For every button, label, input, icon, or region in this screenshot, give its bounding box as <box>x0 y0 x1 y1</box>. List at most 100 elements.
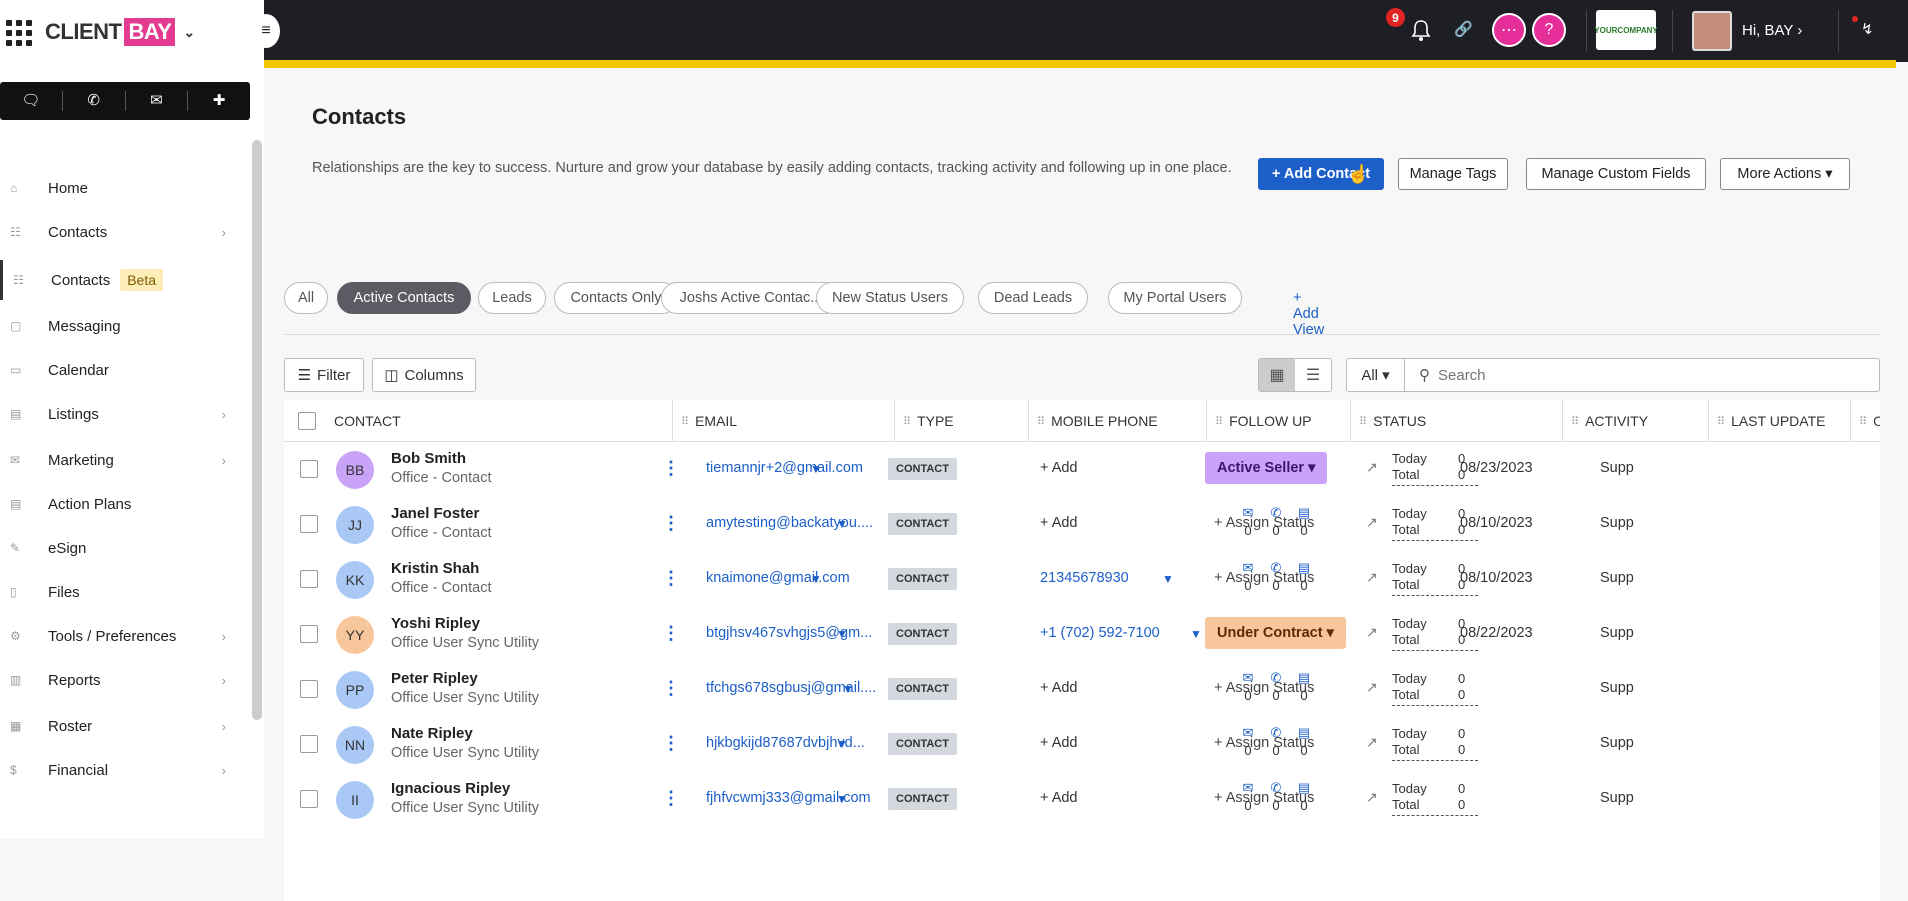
drag-handle-icon[interactable]: ⠿ <box>903 415 911 428</box>
column-header-last-update[interactable]: ⠿ LAST UPDATE <box>1708 400 1825 442</box>
select-all-checkbox[interactable] <box>298 412 316 430</box>
column-header-type[interactable]: ⠿ TYPE <box>894 400 954 442</box>
assign-status-button[interactable]: + Assign Status <box>1214 515 1314 531</box>
grid-view-icon[interactable]: ▦ <box>1259 359 1295 391</box>
contact-name[interactable]: Yoshi Ripley <box>391 615 480 632</box>
help-icon[interactable]: ? <box>1532 13 1566 47</box>
status-badge[interactable]: Active Seller ▾ <box>1205 452 1328 484</box>
avatar[interactable]: KK <box>336 561 374 599</box>
tab-view-5[interactable]: New Status Users <box>816 282 964 314</box>
contact-name[interactable]: Bob Smith <box>391 450 466 467</box>
mobile-phone[interactable]: + Add <box>1040 460 1078 476</box>
mobile-phone[interactable]: +1 (702) 592-7100 <box>1040 625 1160 641</box>
mobile-phone[interactable]: 21345678930 <box>1040 570 1129 586</box>
chat-bubble-icon[interactable]: ⋯ <box>1492 13 1526 47</box>
contact-name[interactable]: Nate Ripley <box>391 725 473 742</box>
tab-view-1[interactable]: Active Contacts <box>337 282 471 314</box>
row-checkbox[interactable] <box>300 625 318 643</box>
column-header-contact[interactable]: CONTACT <box>326 400 401 442</box>
sidebar-item-roster[interactable]: ▦ Roster › <box>0 706 240 746</box>
avatar[interactable]: II <box>336 781 374 819</box>
manage-custom-fields-button[interactable]: Manage Custom Fields <box>1526 158 1706 190</box>
avatar[interactable]: JJ <box>336 506 374 544</box>
more-actions-button[interactable]: More Actions ▾ <box>1720 158 1850 190</box>
user-menu[interactable]: Hi, BAY › <box>1742 22 1802 39</box>
add-user-icon[interactable]: ✚ <box>188 91 250 111</box>
phone-icon[interactable]: ✆ <box>63 91 126 111</box>
row-checkbox[interactable] <box>300 570 318 588</box>
chevron-down-icon[interactable]: ▼ <box>842 682 854 696</box>
row-checkbox[interactable] <box>300 515 318 533</box>
chevron-down-icon[interactable]: ▼ <box>1162 572 1174 586</box>
email-link[interactable]: knaimone@gmail.com <box>706 570 850 586</box>
chevron-down-icon[interactable]: ▼ <box>810 462 822 476</box>
column-header-mobile-phone[interactable]: ⠿ MOBILE PHONE <box>1028 400 1158 442</box>
tab-view-2[interactable]: Leads <box>478 282 546 314</box>
tab-view-4[interactable]: Joshs Active Contac... <box>661 282 841 314</box>
contact-name[interactable]: Kristin Shah <box>391 560 479 577</box>
column-header-status[interactable]: ⠿ STATUS <box>1350 400 1426 442</box>
brand-logo[interactable]: CLIENT BAY ⌄ <box>45 18 195 46</box>
more-options-icon[interactable]: ⋮ <box>662 458 680 479</box>
mobile-phone[interactable]: + Add <box>1040 680 1078 696</box>
drag-handle-icon[interactable]: ⠿ <box>1571 415 1579 428</box>
sidebar-item-tools-preferences[interactable]: ⚙ Tools / Preferences › <box>0 616 240 656</box>
sidebar-item-contacts[interactable]: ☷ Contacts › <box>0 212 240 252</box>
columns-button[interactable]: ◫ Columns <box>372 358 476 392</box>
drag-handle-icon[interactable]: ⠿ <box>1859 415 1867 428</box>
chat-icon[interactable]: 🗨 <box>0 91 63 111</box>
assign-status-button[interactable]: + Assign Status <box>1214 735 1314 751</box>
search-scope-select[interactable]: All ▾ <box>1347 359 1405 391</box>
column-header-ow[interactable]: ⠿ OW <box>1850 400 1880 442</box>
tab-view-6[interactable]: Dead Leads <box>978 282 1088 314</box>
filter-button[interactable]: ☰ Filter <box>284 358 364 392</box>
collapse-sidebar-icon[interactable]: ≡ <box>252 14 280 48</box>
column-header-follow-up[interactable]: ⠿ FOLLOW UP <box>1206 400 1312 442</box>
assign-status-button[interactable]: + Assign Status <box>1214 570 1314 586</box>
manage-tags-button[interactable]: Manage Tags <box>1398 158 1508 190</box>
more-options-icon[interactable]: ⋮ <box>662 568 680 589</box>
more-options-icon[interactable]: ⋮ <box>662 678 680 699</box>
more-options-icon[interactable]: ⋮ <box>662 788 680 809</box>
sidebar-item-reports[interactable]: ▥ Reports › <box>0 660 240 700</box>
chevron-down-icon[interactable]: ▼ <box>836 792 848 806</box>
more-options-icon[interactable]: ⋮ <box>662 733 680 754</box>
more-options-icon[interactable]: ⋮ <box>662 513 680 534</box>
list-view-icon[interactable]: ☰ <box>1295 359 1331 391</box>
sidebar-item-action-plans[interactable]: ▤ Action Plans <box>0 484 240 524</box>
avatar[interactable]: BB <box>336 451 374 489</box>
sidebar-item-financial[interactable]: $ Financial › <box>0 750 240 790</box>
contact-name[interactable]: Peter Ripley <box>391 670 478 687</box>
contact-name[interactable]: Janel Foster <box>391 505 479 522</box>
chevron-down-icon[interactable]: ▼ <box>1190 627 1202 641</box>
row-checkbox[interactable] <box>300 790 318 808</box>
more-options-icon[interactable]: ⋮ <box>662 623 680 644</box>
status-badge[interactable]: Under Contract ▾ <box>1205 617 1346 649</box>
sidebar-item-files[interactable]: ▯ Files <box>0 572 240 612</box>
chevron-down-icon[interactable]: ▼ <box>810 572 822 586</box>
sidebar-item-listings[interactable]: ▤ Listings › <box>0 394 240 434</box>
avatar[interactable]: PP <box>336 671 374 709</box>
sidebar-item-marketing[interactable]: ✉ Marketing › <box>0 440 240 480</box>
contact-name[interactable]: Ignacious Ripley <box>391 780 510 797</box>
row-checkbox[interactable] <box>300 735 318 753</box>
bell-icon[interactable] <box>1406 12 1436 48</box>
tab-view-0[interactable]: All <box>284 282 328 314</box>
chevron-down-icon[interactable]: ▼ <box>836 627 848 641</box>
row-checkbox[interactable] <box>300 680 318 698</box>
email-link[interactable]: tiemannjr+2@gmail.com <box>706 460 863 476</box>
drag-handle-icon[interactable]: ⠿ <box>681 415 689 428</box>
sidebar-item-contacts[interactable]: ☷ Contacts Beta <box>0 260 240 300</box>
add-view-link[interactable]: + Add View <box>1293 290 1324 338</box>
sidebar-item-messaging[interactable]: ▢ Messaging <box>0 306 240 346</box>
tab-view-3[interactable]: Contacts Only <box>554 282 678 314</box>
link-icon[interactable]: 🔗 <box>1454 20 1473 38</box>
mobile-phone[interactable]: + Add <box>1040 735 1078 751</box>
chevron-down-icon[interactable]: ▼ <box>836 737 848 751</box>
mail-icon[interactable]: ✉ <box>126 91 189 111</box>
email-link[interactable]: amytesting@backatyou.... <box>706 515 873 531</box>
assign-status-button[interactable]: + Assign Status <box>1214 790 1314 806</box>
mobile-phone[interactable]: + Add <box>1040 515 1078 531</box>
sidebar-item-calendar[interactable]: ▭ Calendar <box>0 350 240 390</box>
avatar[interactable]: NN <box>336 726 374 764</box>
